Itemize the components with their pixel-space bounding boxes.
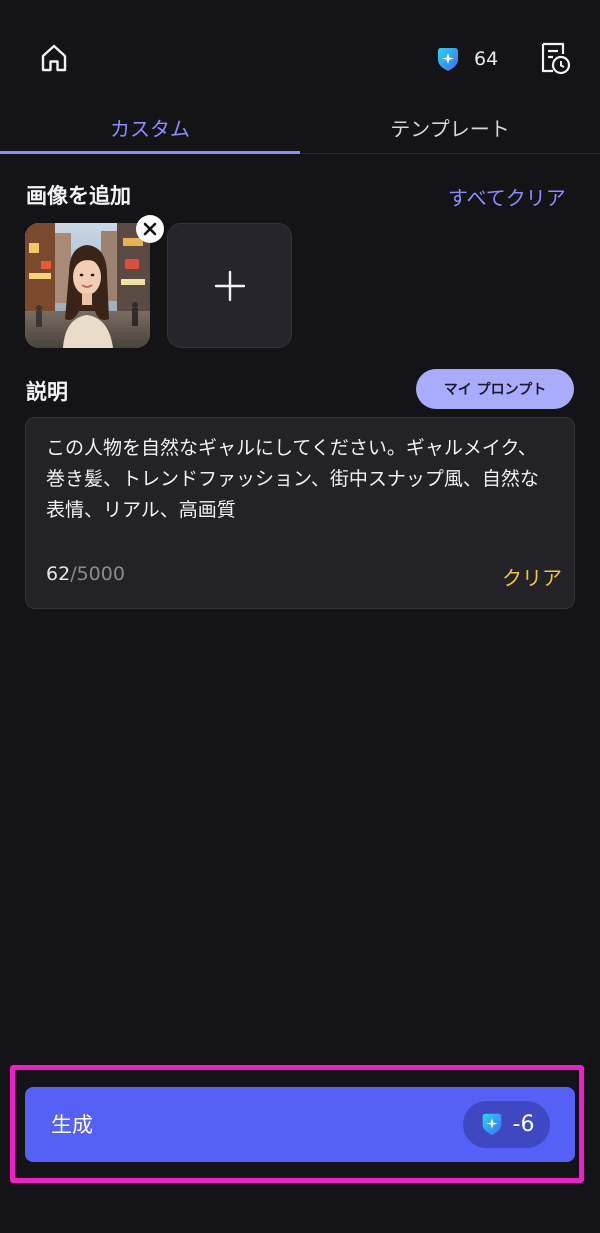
- close-icon: [143, 222, 157, 236]
- clear-text-button[interactable]: クリア: [502, 562, 562, 591]
- active-tab-indicator: [0, 151, 300, 154]
- gem-icon: [479, 1111, 507, 1139]
- home-icon[interactable]: [38, 42, 70, 74]
- my-prompt-button[interactable]: マイ プロンプト: [416, 369, 574, 409]
- add-image-button[interactable]: [167, 223, 292, 348]
- generate-cost-value: -6: [512, 1112, 535, 1137]
- history-icon[interactable]: [538, 40, 572, 76]
- generate-label: 生成: [51, 1113, 93, 1137]
- description-textarea[interactable]: この人物を自然なギャルにしてください。ギャルメイク、巻き髪、トレンドファッション…: [25, 417, 575, 609]
- uploaded-image-thumbnail[interactable]: [25, 223, 150, 348]
- character-count: 62/5000: [46, 563, 125, 585]
- credits-balance[interactable]: 64: [434, 44, 498, 74]
- add-image-title: 画像を追加: [26, 184, 131, 208]
- character-count-current: 62: [46, 563, 71, 585]
- generate-cost-badge: -6: [463, 1101, 550, 1148]
- gem-icon: [434, 45, 462, 73]
- mode-tabs: カスタム テンプレート: [0, 100, 600, 154]
- description-title: 説明: [26, 380, 68, 404]
- plus-icon: [214, 270, 245, 301]
- generate-button[interactable]: 生成 -6: [25, 1087, 575, 1162]
- description-text[interactable]: この人物を自然なギャルにしてください。ギャルメイク、巻き髪、トレンドファッション…: [46, 433, 551, 526]
- character-count-max: /5000: [70, 563, 125, 585]
- remove-image-button[interactable]: [136, 215, 164, 243]
- credits-count: 64: [474, 48, 499, 70]
- tab-template[interactable]: テンプレート: [300, 100, 600, 154]
- top-bar: 64: [0, 0, 600, 110]
- clear-all-link[interactable]: すべてクリア: [448, 182, 566, 211]
- tab-custom[interactable]: カスタム: [0, 100, 300, 154]
